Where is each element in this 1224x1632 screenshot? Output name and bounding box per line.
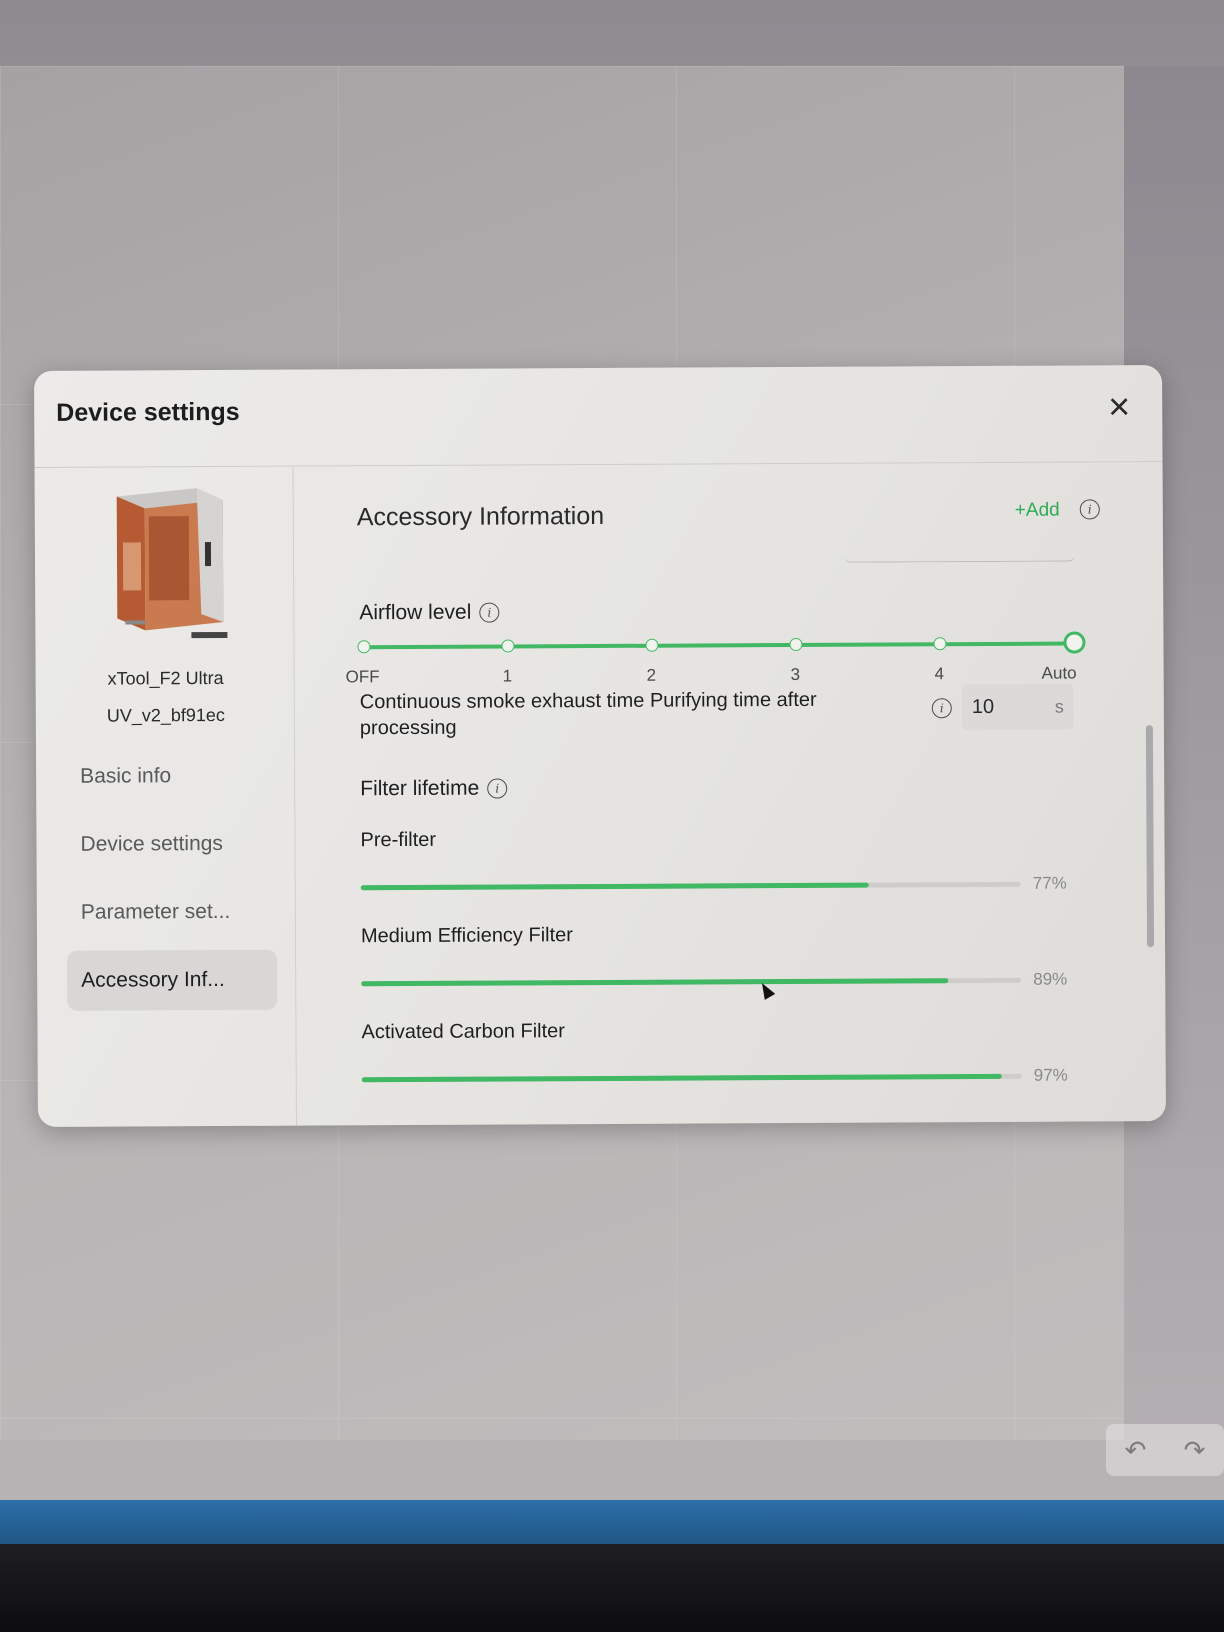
airflow-stop-3[interactable] [789,637,803,652]
sidebar-item-label: Accessory Inf... [81,967,225,992]
airflow-label: Airflow level i [359,600,500,626]
airflow-tick-4: 4 [934,664,945,684]
filter-lifetime-bar [361,977,1022,987]
device-image [116,488,228,639]
airflow-tick-2: 2 [646,665,657,685]
redo-icon[interactable]: ↷ [1184,1435,1206,1466]
add-accessory-button[interactable]: +Add [1015,500,1060,522]
sidebar-item-parameter-settings[interactable]: Parameter set... [67,882,277,943]
airflow-tick-auto: Auto [1041,663,1077,683]
info-icon[interactable]: i [931,698,952,719]
info-icon[interactable]: i [1079,499,1100,520]
filter-lifetime-fill [361,978,949,987]
sidebar-item-label: Basic info [80,764,172,788]
filter-percent: 97% [1033,1065,1068,1085]
filter-name: Medium Efficiency Filter [360,924,573,948]
undo-icon[interactable]: ↶ [1125,1435,1147,1466]
filter-lifetime-bar [361,1073,1022,1083]
bottom-panel [0,1440,1224,1500]
section-title: Accessory Information [356,501,605,532]
airflow-stop-2[interactable] [645,638,659,652]
device-settings-dialog: Device settings × xTool_F2 Ultra UV_v2_b… [34,365,1166,1127]
sidebar-item-device-settings[interactable]: Device settings [66,814,276,875]
accessory-select[interactable] [844,550,1076,563]
exhaust-time-input[interactable]: 10 s [961,683,1074,731]
airflow-label-text: Airflow level [359,600,472,625]
sidebar-item-label: Parameter set... [80,899,231,924]
airflow-tick-off: OFF [345,667,380,687]
info-icon[interactable]: i [487,778,508,800]
filter-lifetime-label: Filter lifetime i [360,776,508,801]
exhaust-time-label: Continuous smoke exhaust time Purifying … [359,688,817,740]
undo-redo-controls: ↶ ↷ [1106,1424,1224,1476]
airflow-slider-track[interactable] [365,641,1074,650]
info-icon[interactable]: i [479,602,500,624]
taskbar [0,1500,1224,1544]
airflow-stop-4[interactable] [933,637,947,651]
device-name-line2: UV_v2_bf91ec [106,704,225,726]
filter-percent: 89% [1033,969,1068,989]
close-icon[interactable]: × [1104,386,1134,428]
airflow-slider-thumb[interactable] [1063,631,1086,654]
sidebar-item-basic-info[interactable]: Basic info [66,746,276,807]
filter-lifetime-text: Filter lifetime [360,776,480,801]
airflow-tick-3: 3 [790,664,801,685]
scrollbar[interactable] [1145,725,1155,948]
filter-name: Activated Carbon Filter [361,1020,565,1044]
exhaust-time-value: 10 [971,695,995,718]
filter-lifetime-fill [360,882,869,891]
header-divider [34,461,1163,468]
device-name-line1: xTool_F2 Ultra [107,667,224,689]
filter-lifetime-fill [361,1073,1002,1083]
exhaust-time-unit: s [1054,696,1064,717]
filter-lifetime-bar [360,881,1021,891]
airflow-stop-off[interactable] [357,640,371,654]
sidebar-item-label: Device settings [80,831,223,856]
sidebar-divider [292,465,297,1126]
dialog-title: Device settings [56,397,240,427]
airflow-tick-1: 1 [502,666,513,686]
filter-percent: 77% [1032,873,1067,893]
sidebar-item-accessory-info[interactable]: Accessory Inf... [67,949,278,1011]
airflow-stop-1[interactable] [501,639,515,653]
monitor-bezel [0,1544,1224,1632]
device-name: xTool_F2 Ultra UV_v2_bf91ec [56,660,276,735]
filter-name: Pre-filter [360,828,437,852]
